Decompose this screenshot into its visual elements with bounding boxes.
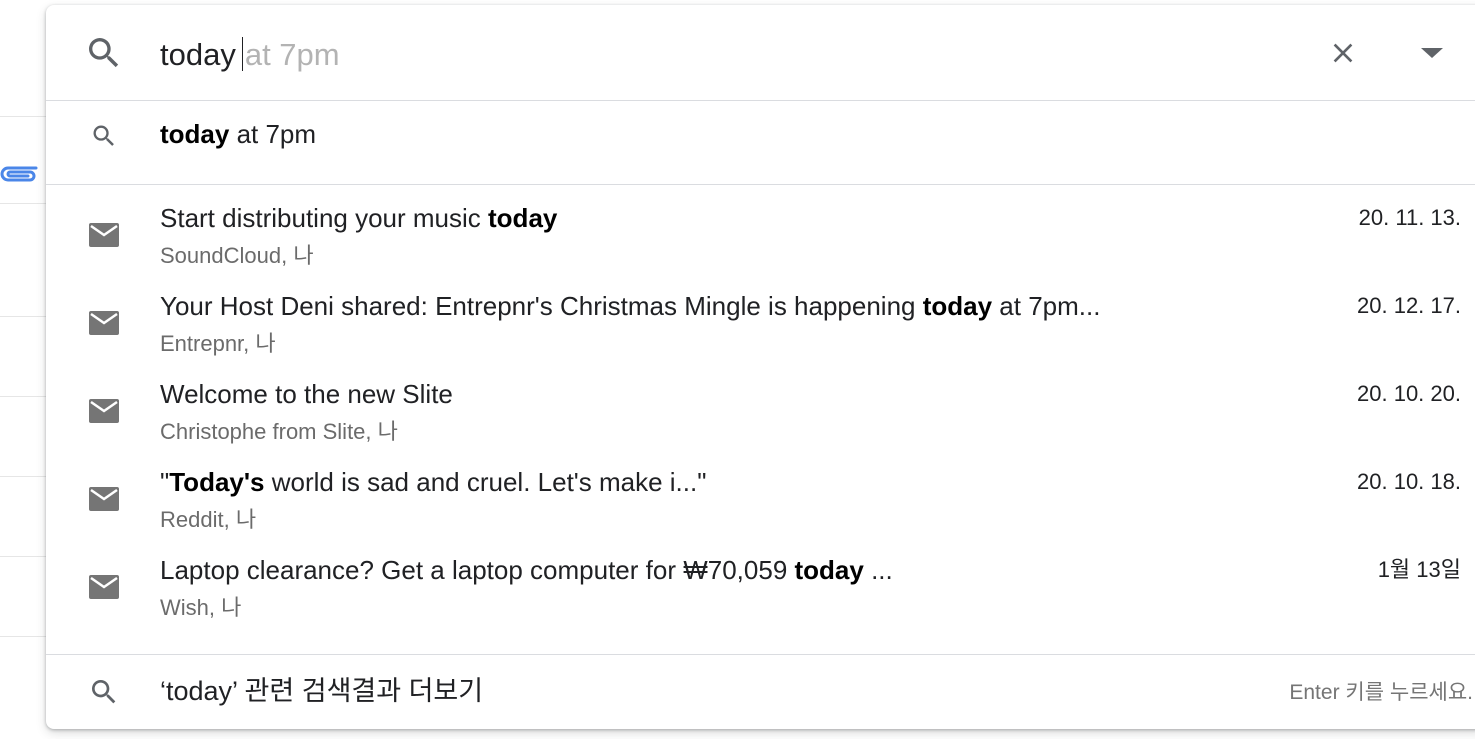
mail-icon — [89, 575, 119, 599]
subject-highlight: today — [922, 291, 993, 321]
enter-key-hint: Enter 키를 누르세요. — [1289, 681, 1473, 704]
search-input[interactable]: today at 7pm — [160, 36, 340, 74]
suggestion-bold: today — [160, 119, 230, 149]
email-sender: SoundCloud, 나 — [160, 243, 314, 268]
row-divider — [0, 476, 46, 477]
email-subject: Welcome to the new Slite — [160, 379, 453, 409]
search-icon[interactable] — [84, 33, 124, 73]
email-sender: Wish, 나 — [160, 595, 242, 620]
email-date: 20. 10. 18. — [1357, 469, 1461, 494]
more-results-row[interactable]: ‘today’ 관련 검색결과 더보기 Enter 키를 누르세요. — [46, 654, 1475, 729]
mail-icon — [89, 487, 119, 511]
row-divider — [0, 396, 46, 397]
search-icon — [93, 125, 114, 146]
suggestion-rest: at 7pm — [229, 119, 317, 149]
row-divider — [0, 203, 46, 204]
text-cursor — [241, 37, 243, 71]
email-subject: Your Host Deni shared: Entrepnr's Christ… — [160, 291, 1100, 321]
email-result-row[interactable]: Your Host Deni shared: Entrepnr's Christ… — [46, 285, 1475, 373]
subject-text: Welcome to the new Slite — [160, 379, 453, 409]
email-date: 20. 11. 13. — [1358, 205, 1461, 230]
dropdown-arrow-icon[interactable] — [1420, 46, 1444, 60]
subject-highlight: today — [488, 203, 558, 233]
email-subject: Start distributing your music today — [160, 203, 557, 233]
mail-icon — [89, 311, 119, 335]
email-result-row[interactable]: Start distributing your music today Sound… — [46, 197, 1475, 285]
email-sender: Entrepnr, 나 — [160, 331, 276, 356]
autocomplete-ghost-text: at 7pm — [244, 37, 340, 72]
query-suggestion[interactable]: today at 7pm — [46, 101, 1475, 184]
search-icon — [92, 680, 116, 704]
email-subject: "Today's world is sad and cruel. Let's m… — [160, 467, 706, 497]
email-sender: Christophe from Slite, 나 — [160, 419, 398, 444]
more-results-label: ‘today’ 관련 검색결과 더보기 — [160, 676, 484, 706]
email-date: 20. 10. 20. — [1357, 381, 1461, 406]
background-inbox-list — [0, 0, 46, 739]
paperclip-icon — [0, 166, 38, 182]
subject-text: Your Host Deni shared: Entrepnr's Christ… — [160, 291, 923, 321]
search-typed-text: today — [160, 37, 236, 72]
row-divider — [0, 316, 46, 317]
subject-text: Laptop clearance? Get a laptop computer … — [160, 555, 795, 585]
row-divider — [0, 636, 46, 637]
suggestion-text: today at 7pm — [160, 119, 316, 149]
row-divider — [0, 556, 46, 557]
email-result-row[interactable]: "Today's world is sad and cruel. Let's m… — [46, 461, 1475, 549]
subject-highlight: Today's — [169, 467, 265, 497]
subject-text: " — [160, 467, 170, 497]
close-icon[interactable] — [1327, 37, 1359, 69]
mail-icon — [89, 223, 119, 247]
subject-text: at 7pm... — [992, 291, 1101, 321]
row-divider — [0, 116, 46, 117]
email-result-row[interactable]: Laptop clearance? Get a laptop computer … — [46, 549, 1475, 637]
email-result-row[interactable]: Welcome to the new Slite Christophe from … — [46, 373, 1475, 461]
mail-icon — [89, 399, 119, 423]
subject-highlight: today — [794, 555, 864, 585]
search-bar: today at 7pm — [46, 5, 1475, 100]
subject-text: world is sad and cruel. Let's make i..." — [264, 467, 707, 497]
search-dropdown-panel: today at 7pm today at 7pm Start distribut… — [46, 5, 1475, 729]
email-sender: Reddit, 나 — [160, 507, 257, 532]
subject-text: Start distributing your music — [160, 203, 489, 233]
suggestion-divider — [46, 184, 1475, 185]
email-date: 1월 13일 — [1377, 557, 1461, 582]
email-subject: Laptop clearance? Get a laptop computer … — [160, 555, 893, 585]
email-date: 20. 12. 17. — [1357, 293, 1461, 318]
subject-text: ... — [863, 555, 893, 585]
